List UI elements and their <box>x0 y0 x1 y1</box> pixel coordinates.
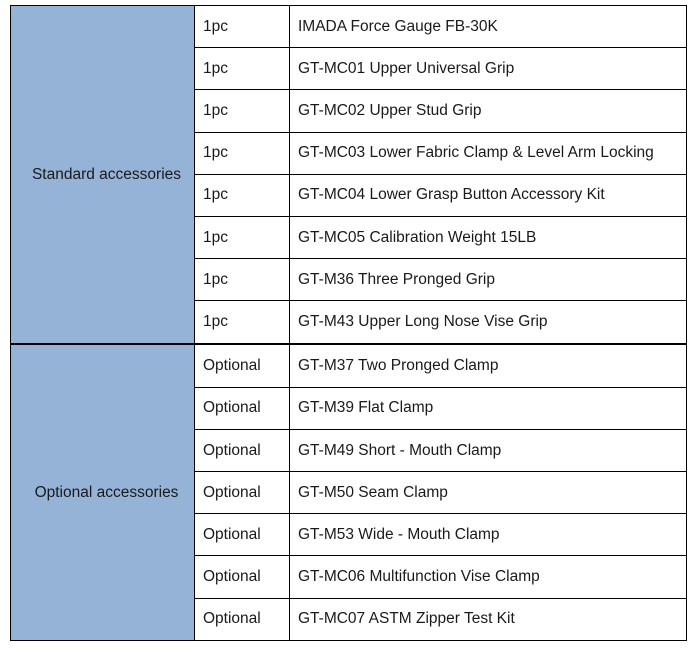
quantity-cell: Optional <box>194 597 290 642</box>
description-cell: IMADA Force Gauge FB-30K <box>289 4 687 49</box>
quantity-cell: 1pc <box>194 215 290 260</box>
description-cell: GT-M43 Upper Long Nose Vise Grip <box>289 300 687 345</box>
quantity-cell: Optional <box>194 386 290 430</box>
description-cell: GT-MC04 Lower Grasp Button Accessory Kit <box>289 173 687 217</box>
quantity-cell: 1pc <box>194 300 290 345</box>
description-cell: GT-M36 Three Pronged Grip <box>289 258 687 302</box>
quantity-cell: 1pc <box>194 47 290 91</box>
description-cell: GT-M39 Flat Clamp <box>289 386 687 430</box>
quantity-cell: 1pc <box>194 173 290 217</box>
quantity-cell: 1pc <box>194 258 290 302</box>
quantity-cell: 1pc <box>194 89 290 133</box>
accessories-table: Standard accessories 1pc IMADA Force Gauge… <box>10 4 687 642</box>
description-cell: GT-MC05 Calibration Weight 15LB <box>289 215 687 260</box>
quantity-cell: Optional <box>194 513 290 557</box>
description-cell: GT-M53 Wide - Mouth Clamp <box>289 513 687 557</box>
quantity-cell: Optional <box>194 471 290 515</box>
quantity-cell: Optional <box>194 342 290 388</box>
description-cell: GT-MC07 ASTM Zipper Test Kit <box>289 597 687 642</box>
group-label-cell: Standard accessories <box>10 5 195 345</box>
description-cell: GT-MC02 Upper Stud Grip <box>289 89 687 133</box>
accessories-table-body: Standard accessories 1pc IMADA Force Gauge… <box>10 4 687 642</box>
quantity-cell: Optional <box>194 428 290 473</box>
quantity-cell: 1pc <box>194 4 290 49</box>
table-row: Optional accessories Optional GT-M37 Two P… <box>10 342 687 641</box>
table-row: Standard accessories 1pc IMADA Force Gauge… <box>10 4 687 345</box>
group-label-cell: Optional accessories <box>10 343 195 641</box>
description-cell: GT-M37 Two Pronged Clamp <box>289 342 687 388</box>
description-cell: GT-M50 Seam Clamp <box>289 471 687 515</box>
description-cell: GT-M49 Short - Mouth Clamp <box>289 428 687 473</box>
quantity-cell: Optional <box>194 555 290 599</box>
quantity-cell: 1pc <box>194 131 290 175</box>
description-cell: GT-MC01 Upper Universal Grip <box>289 47 687 91</box>
accessories-table-container: Standard accessories 1pc IMADA Force Gauge… <box>10 4 687 642</box>
description-cell: GT-MC03 Lower Fabric Clamp & Level Arm L… <box>289 131 687 175</box>
description-cell: GT-MC06 Multifunction Vise Clamp <box>289 555 687 599</box>
